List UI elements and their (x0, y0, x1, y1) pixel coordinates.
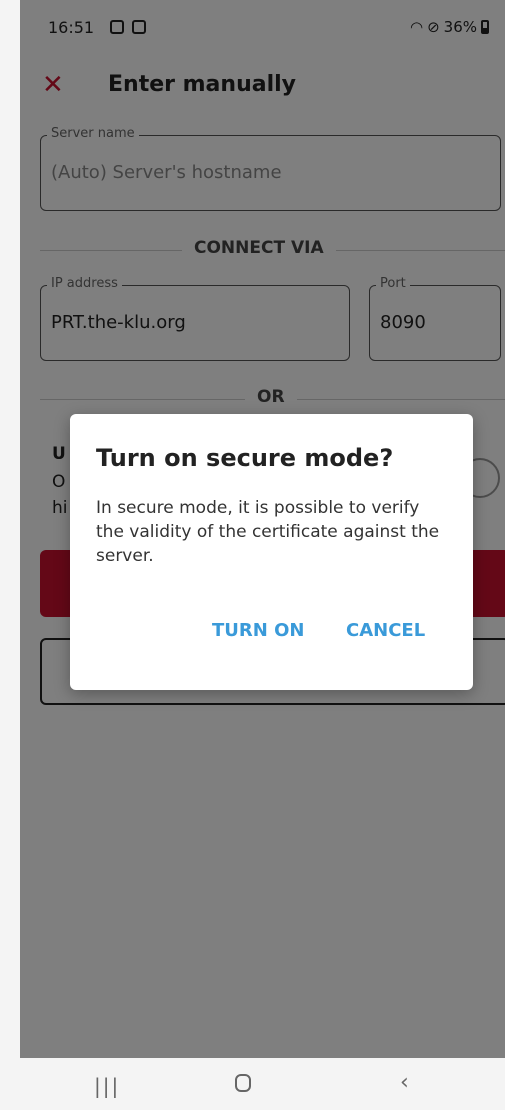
home-icon[interactable] (235, 1074, 251, 1092)
turn-on-button[interactable]: TURN ON (212, 620, 304, 641)
cancel-button[interactable]: CANCEL (346, 620, 425, 641)
app-screen: 16:51 ◠ ⊘ 36% ✕ Enter manually Server na… (20, 0, 505, 1110)
back-icon[interactable]: ‹ (400, 1070, 409, 1095)
secure-mode-dialog: Turn on secure mode? In secure mode, it … (70, 414, 473, 690)
dialog-title: Turn on secure mode? (96, 444, 394, 472)
system-nav-bar: ||| ‹ (0, 1058, 505, 1110)
recent-apps-icon[interactable]: ||| (94, 1074, 120, 1098)
dialog-body: In secure mode, it is possible to verify… (96, 498, 440, 566)
